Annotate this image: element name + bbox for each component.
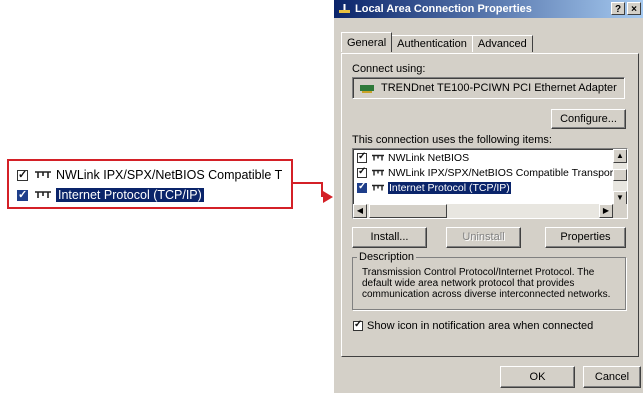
scroll-down-icon[interactable]: ▼: [613, 191, 627, 205]
zoom-callout: NWLink IPX/SPX/NetBIOS Compatible T Inte…: [7, 159, 293, 209]
list-item-label: Internet Protocol (TCP/IP): [388, 181, 511, 194]
dialog-title: Local Area Connection Properties: [355, 3, 532, 15]
ok-button[interactable]: OK: [500, 366, 575, 388]
list-item[interactable]: NWLink IPX/SPX/NetBIOS Compatible Transp…: [357, 166, 628, 179]
callout-arrow-line: [293, 182, 323, 184]
vertical-scrollbar[interactable]: ▲ ▼: [613, 149, 627, 205]
scroll-left-icon[interactable]: ◀: [353, 204, 367, 218]
configure-button-label: Configure...: [560, 113, 617, 125]
scroll-thumb[interactable]: [369, 204, 447, 218]
properties-button-label: Properties: [560, 231, 611, 243]
show-icon-label: Show icon in notification area when conn…: [367, 320, 594, 332]
tab-advanced[interactable]: Advanced: [471, 35, 533, 52]
cancel-button-label: Cancel: [594, 371, 630, 383]
checkbox[interactable]: [357, 151, 367, 163]
items-label: This connection uses the following items…: [352, 134, 552, 146]
close-button[interactable]: ×: [627, 2, 641, 15]
uninstall-button-label: Uninstall: [462, 231, 505, 243]
horizontal-scrollbar[interactable]: ◀ ▶: [353, 204, 613, 218]
scroll-up-icon[interactable]: ▲: [613, 149, 627, 163]
tab-general[interactable]: General: [341, 32, 393, 52]
callout-item-tcpip: Internet Protocol (TCP/IP): [17, 186, 204, 204]
list-item-label: NWLink IPX/SPX/NetBIOS Compatible Transp…: [388, 166, 628, 179]
callout-item-nwlink-ipx: NWLink IPX/SPX/NetBIOS Compatible T: [17, 166, 282, 184]
checkbox[interactable]: [357, 181, 367, 193]
network-protocol-icon: [372, 154, 384, 160]
help-button[interactable]: ?: [611, 2, 625, 15]
network-adapter-icon: [360, 85, 374, 93]
checkbox[interactable]: [357, 166, 367, 178]
network-connection-icon: [339, 3, 350, 13]
scroll-corner: [613, 204, 627, 218]
uninstall-button[interactable]: Uninstall: [446, 227, 521, 248]
configure-button[interactable]: Configure...: [551, 109, 626, 129]
tab-authentication[interactable]: Authentication: [391, 35, 473, 52]
callout-item-label: NWLink IPX/SPX/NetBIOS Compatible T: [56, 168, 283, 182]
show-icon-checkbox[interactable]: [353, 319, 363, 331]
show-icon-option[interactable]: Show icon in notification area when conn…: [353, 319, 594, 332]
scroll-right-icon[interactable]: ▶: [599, 204, 613, 218]
list-item-label: NWLink NetBIOS: [388, 151, 470, 164]
tab-strip: General Authentication Advanced: [341, 32, 533, 52]
title-bar[interactable]: Local Area Connection Properties ? ×: [334, 0, 643, 18]
ok-button-label: OK: [529, 371, 546, 383]
list-item[interactable]: NWLink NetBIOS: [357, 151, 469, 164]
network-protocol-icon: [372, 184, 384, 190]
description-text: Transmission Control Protocol/Internet P…: [362, 267, 611, 300]
callout-arrow-head: [323, 191, 333, 203]
install-button-label: Install...: [370, 231, 409, 243]
components-list[interactable]: NWLink NetBIOS NWLink IPX/SPX/NetBIOS Co…: [352, 148, 628, 219]
checkbox-icon: [17, 188, 28, 201]
description-legend: Description: [357, 251, 417, 263]
properties-button[interactable]: Properties: [545, 227, 626, 248]
network-protocol-icon: [372, 169, 384, 175]
scroll-thumb[interactable]: [613, 169, 627, 181]
install-button[interactable]: Install...: [352, 227, 427, 248]
cancel-button[interactable]: Cancel: [583, 366, 641, 388]
network-protocol-icon: [35, 191, 51, 198]
checkbox-icon: [17, 168, 28, 181]
adapter-field: TRENDnet TE100-PCIWN PCI Ethernet Adapte…: [352, 77, 625, 99]
callout-item-label: Internet Protocol (TCP/IP): [56, 188, 204, 202]
adapter-name: TRENDnet TE100-PCIWN PCI Ethernet Adapte…: [381, 82, 617, 94]
connect-using-label: Connect using:: [352, 63, 426, 75]
network-protocol-icon: [35, 171, 51, 178]
list-item[interactable]: Internet Protocol (TCP/IP): [357, 181, 511, 194]
